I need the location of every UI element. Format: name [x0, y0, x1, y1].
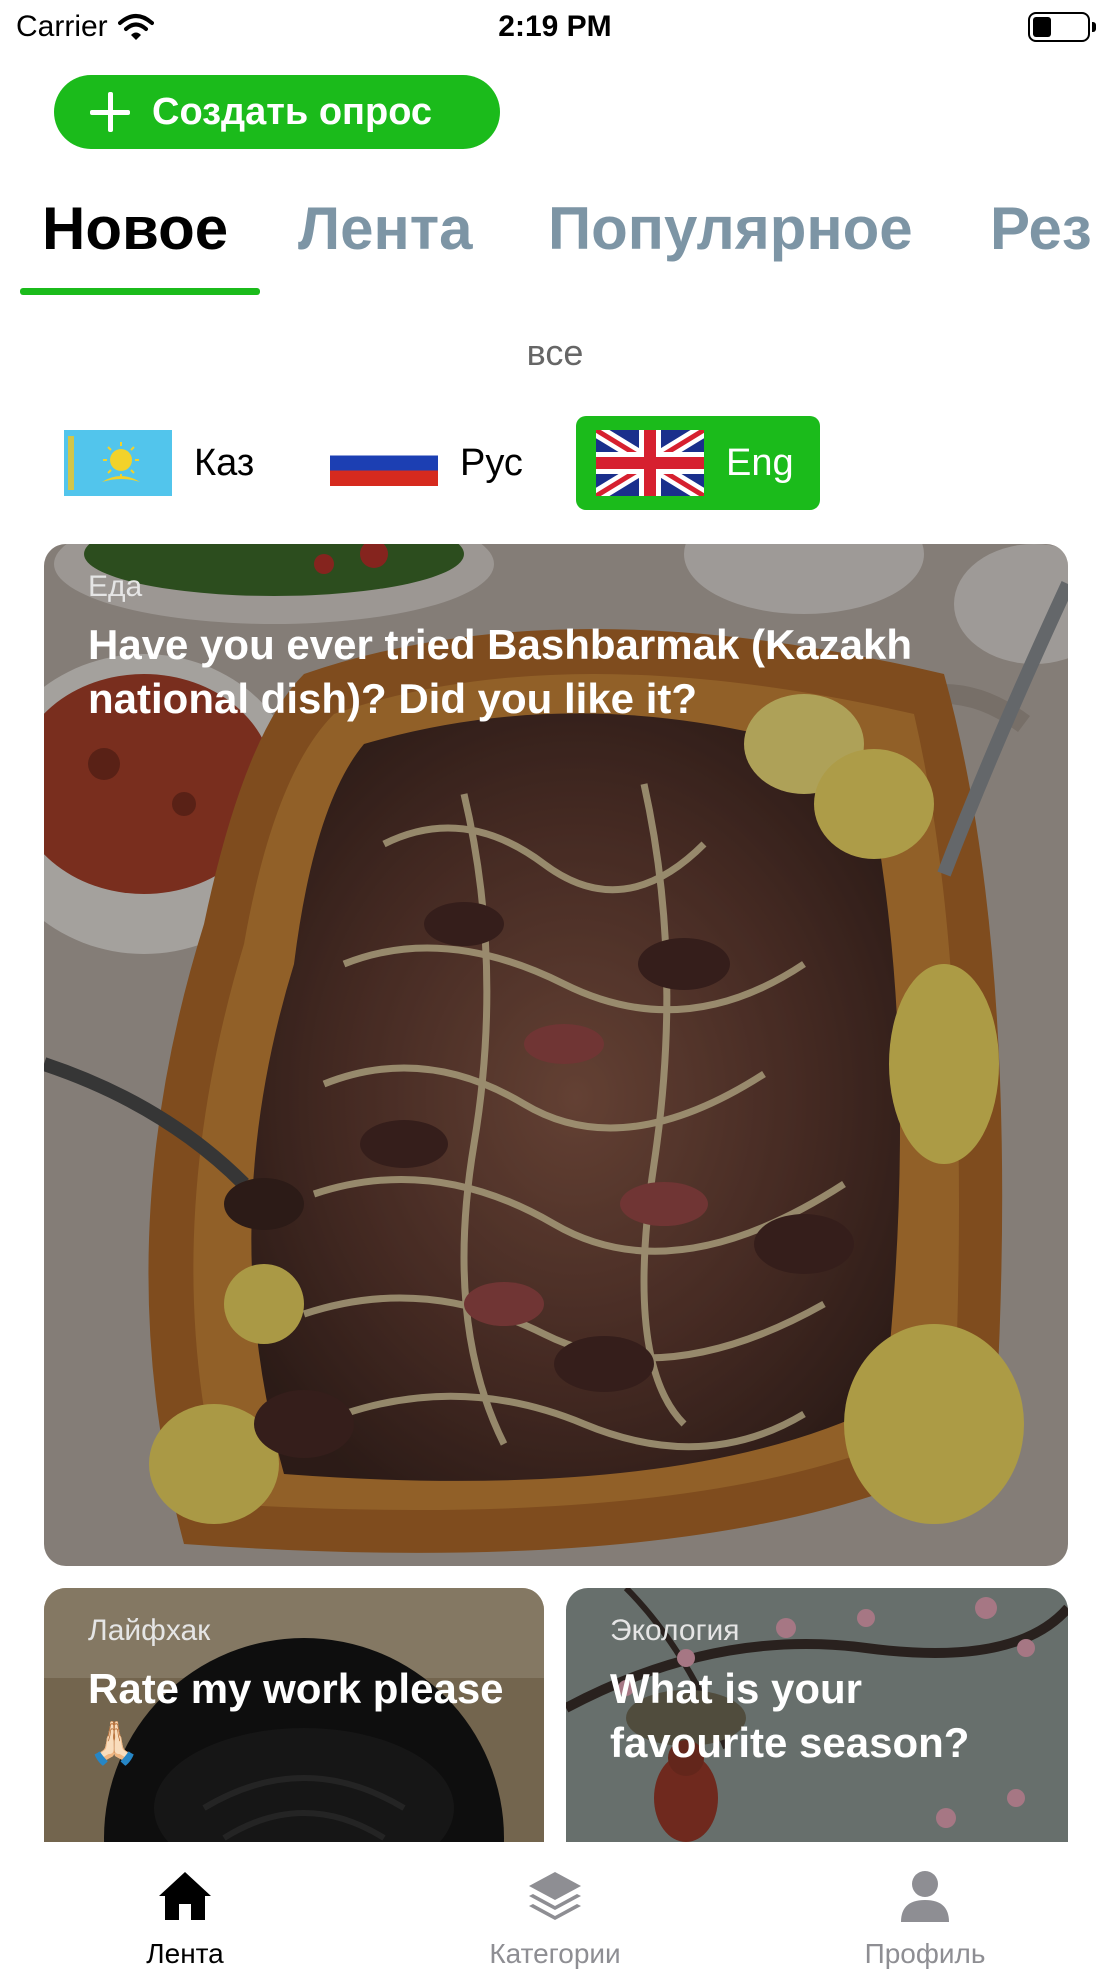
lang-rus[interactable]: Рус [330, 416, 550, 510]
card-title: Have you ever tried Bashbarmak (Kazakh n… [88, 621, 913, 722]
lang-eng-label: Eng [726, 441, 794, 484]
clock: 2:19 PM [498, 10, 612, 43]
uk-flag-icon [596, 430, 704, 496]
tab-feed[interactable]: Лента [298, 194, 472, 263]
tab-popular[interactable]: Популярное [548, 194, 913, 263]
create-poll-label: Создать опрос [152, 90, 433, 133]
profile-icon [901, 1871, 949, 1922]
tabbar-item-feed[interactable]: Лента [0, 1842, 370, 1974]
layers-icon [529, 1872, 581, 1920]
tab-new[interactable]: Новое [42, 194, 228, 263]
lang-eng[interactable]: Eng [576, 416, 820, 510]
home-icon [159, 1872, 211, 1920]
lang-rus-label: Рус [460, 441, 523, 484]
lang-kaz-label: Каз [194, 441, 255, 484]
russia-flag-icon [330, 440, 438, 486]
card-category: Экология [610, 1614, 740, 1647]
feed-tabs: Новое Лента Популярное Рез [0, 180, 1110, 300]
card-category: Лайфхак [88, 1614, 211, 1647]
bottom-tab-bar: Лента Категории Профиль [0, 1842, 1110, 1974]
poll-card-lifehack[interactable]: Лайфхак Rate my work please 🙏🏻 [44, 1588, 544, 1848]
create-poll-button[interactable]: Создать опрос [54, 75, 500, 149]
kazakhstan-flag-icon [64, 430, 172, 496]
status-bar: Carrier 2:19 PM [0, 0, 1110, 56]
plus-icon [90, 92, 130, 132]
tabbar-label: Лента [146, 1938, 224, 1969]
screen: Carrier 2:19 PM Создать опрос Новое Лент… [0, 0, 1110, 1974]
poll-card-ecology[interactable]: Экология What is your favourite season? [566, 1588, 1068, 1848]
card-category: Еда [88, 570, 143, 603]
tabbar-label: Категории [489, 1938, 621, 1969]
lang-kaz[interactable]: Каз [64, 416, 284, 510]
tab-results[interactable]: Рез [990, 194, 1092, 263]
poll-card[interactable]: Еда Have you ever tried Bashbarmak (Kaza… [44, 544, 1068, 1566]
card-title: What is your favourite season? [610, 1665, 970, 1766]
filter-all[interactable]: все [0, 332, 1110, 374]
active-tab-indicator [20, 288, 260, 295]
battery-icon [1028, 12, 1096, 42]
tabbar-item-profile[interactable]: Профиль [740, 1842, 1110, 1974]
tabbar-item-categories[interactable]: Категории [370, 1842, 740, 1974]
card-title: Rate my work please 🙏🏻 [88, 1665, 504, 1766]
tabbar-label: Профиль [864, 1938, 986, 1969]
